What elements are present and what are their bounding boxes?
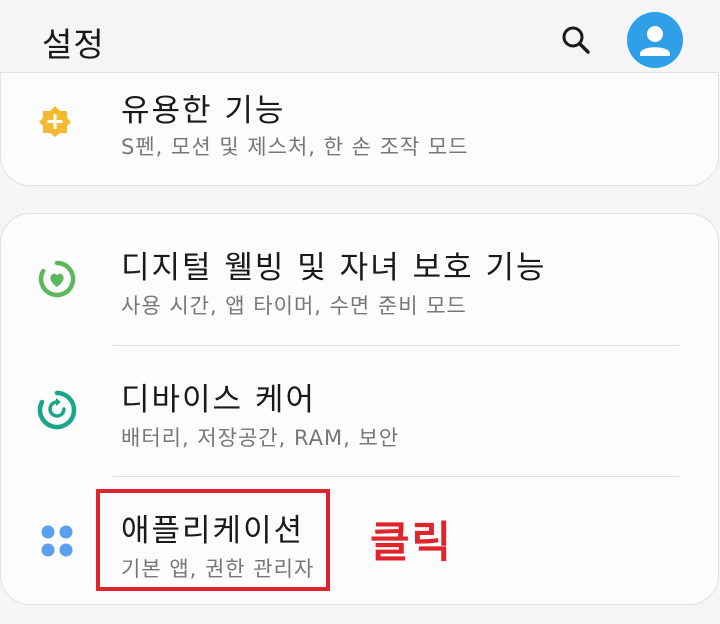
- settings-item-digital-wellbeing[interactable]: 디지털 웰빙 및 자녀 보호 기능 사용 시간, 앱 타이머, 수면 준비 모드: [1, 214, 718, 346]
- highlight-box: [96, 489, 330, 591]
- app-header: 설정: [0, 0, 720, 82]
- device-care-subtitle: 배터리, 저장공간, RAM, 보안: [121, 426, 400, 450]
- advanced-features-title: 유용한 기능: [121, 93, 286, 129]
- page-title: 설정: [42, 25, 105, 64]
- search-button[interactable]: [556, 20, 596, 60]
- settings-item-device-care[interactable]: 디바이스 케어 배터리, 저장공간, RAM, 보안: [1, 346, 718, 476]
- device-care-title: 디바이스 케어: [121, 382, 316, 418]
- advanced-features-subtitle: S펜, 모션 및 제스처, 한 손 조작 모드: [121, 135, 469, 159]
- digital-wellbeing-icon: [38, 260, 76, 298]
- apps-grid-icon: [41, 525, 73, 557]
- digital-wellbeing-subtitle: 사용 시간, 앱 타이머, 수면 준비 모드: [121, 294, 467, 318]
- device-care-icon: [37, 390, 77, 430]
- settings-card-advanced-features[interactable]: 유용한 기능 S펜, 모션 및 제스처, 한 손 조작 모드: [0, 72, 719, 186]
- plus-badge-icon: [39, 106, 71, 137]
- digital-wellbeing-title: 디지털 웰빙 및 자녀 보호 기능: [121, 250, 547, 286]
- click-annotation: 클릭: [370, 518, 454, 568]
- account-avatar-button[interactable]: [627, 12, 683, 68]
- user-avatar-icon: [640, 26, 670, 56]
- search-icon: [562, 26, 590, 54]
